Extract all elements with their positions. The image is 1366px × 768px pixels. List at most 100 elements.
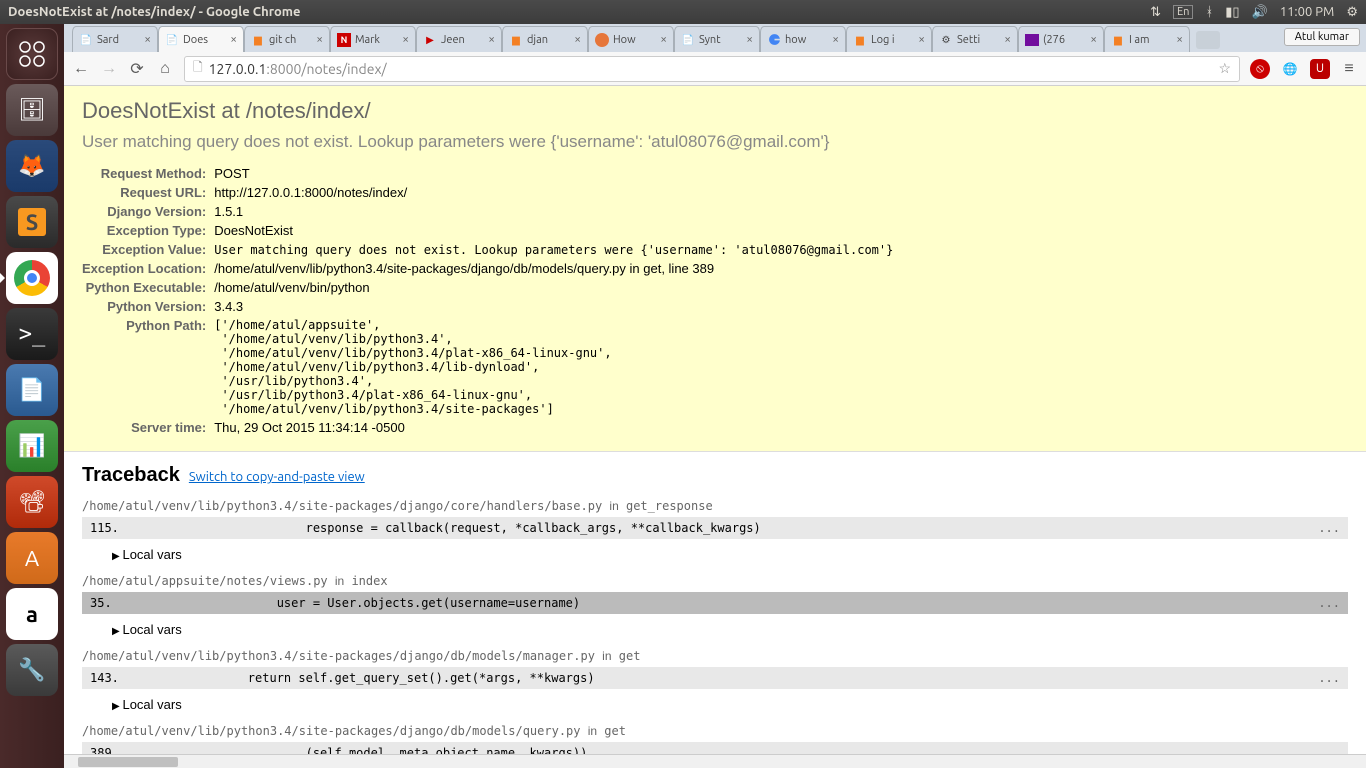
reload-button[interactable]: ⟳ — [128, 60, 146, 78]
traceback-frame: /home/atul/venv/lib/python3.4/site-packa… — [82, 499, 1348, 562]
bluetooth-icon[interactable]: ᚼ — [1205, 5, 1213, 19]
unity-launcher: 🗄 🦊 S >_ 📄 📊 📽 A a 🔧 — [0, 24, 64, 768]
close-icon[interactable]: × — [144, 33, 151, 46]
browser-tab[interactable]: how× — [760, 26, 846, 52]
code-text: (self.model._meta.object_name, kwargs)) — [190, 746, 1318, 754]
close-icon[interactable]: × — [316, 33, 323, 46]
forward-button[interactable]: → — [100, 60, 118, 78]
chrome-user-button[interactable]: Atul kumar — [1284, 28, 1360, 46]
browser-tab[interactable]: (276× — [1018, 26, 1104, 52]
code-text: user = User.objects.get(username=usernam… — [190, 596, 1318, 610]
calc-icon[interactable]: 📊 — [6, 420, 58, 472]
page-content: DoesNotExist at /notes/index/ User match… — [64, 86, 1366, 754]
firefox-icon[interactable]: 🦊 — [6, 140, 58, 192]
close-icon[interactable]: × — [918, 33, 925, 46]
window-title: DoesNotExist at /notes/index/ - Google C… — [8, 5, 1150, 19]
browser-tab[interactable]: ▆Log i× — [846, 26, 932, 52]
sublime-icon[interactable]: S — [6, 196, 58, 248]
system-indicators: ⇅ En ᚼ ▮▯ 🔊 11:00 PM ⚙ — [1150, 5, 1358, 20]
amazon-icon[interactable]: a — [6, 588, 58, 640]
expand-dots[interactable]: ... — [1318, 596, 1340, 610]
volume-icon[interactable]: 🔊 — [1252, 5, 1268, 20]
code-line[interactable]: 115. response = callback(request, *callb… — [82, 517, 1348, 539]
close-icon[interactable]: × — [832, 33, 839, 46]
network-icon[interactable]: ⇅ — [1150, 5, 1161, 20]
clock[interactable]: 11:00 PM — [1280, 5, 1335, 19]
menu-button[interactable]: ≡ — [1340, 60, 1358, 78]
extension-icon[interactable]: 🌐 — [1280, 59, 1300, 79]
browser-tab[interactable]: NMark× — [330, 26, 416, 52]
gear-icon[interactable]: ⚙ — [1346, 5, 1358, 20]
line-number: 115. — [90, 521, 190, 535]
favicon-icon: ▆ — [1111, 33, 1125, 47]
expand-dots[interactable]: ... — [1318, 746, 1340, 754]
close-icon[interactable]: × — [1176, 33, 1183, 46]
favicon-icon — [767, 33, 781, 47]
close-icon[interactable]: × — [402, 33, 409, 46]
battery-icon[interactable]: ▮▯ — [1225, 5, 1239, 20]
local-vars-toggle[interactable]: Local vars — [112, 622, 1348, 637]
browser-tab[interactable]: ⚙Setti× — [932, 26, 1018, 52]
home-button[interactable]: ⌂ — [156, 60, 174, 78]
favicon-icon: ▆ — [251, 33, 265, 47]
traceback-frame: /home/atul/appsuite/notes/views.py in in… — [82, 574, 1348, 637]
code-text: response = callback(request, *callback_a… — [190, 521, 1318, 535]
chrome-launcher-icon[interactable] — [6, 252, 58, 304]
close-icon[interactable]: × — [230, 33, 237, 46]
close-icon[interactable]: × — [1090, 33, 1097, 46]
browser-tab[interactable]: 📄Does× — [158, 26, 244, 52]
bookmark-star-icon[interactable]: ☆ — [1218, 60, 1231, 77]
terminal-icon[interactable]: >_ — [6, 308, 58, 360]
page-icon: 🗋 — [193, 58, 203, 79]
traceback-frame: /home/atul/venv/lib/python3.4/site-packa… — [82, 724, 1348, 754]
dash-icon[interactable] — [6, 28, 58, 80]
close-icon[interactable]: × — [488, 33, 495, 46]
browser-tab[interactable]: 📄Sard× — [72, 26, 158, 52]
browser-tab[interactable]: ▆I am× — [1104, 26, 1190, 52]
expand-dots[interactable]: ... — [1318, 521, 1340, 535]
adblock-icon[interactable]: ⦸ — [1250, 59, 1270, 79]
settings-icon[interactable]: 🔧 — [6, 644, 58, 696]
close-icon[interactable]: × — [660, 33, 667, 46]
new-tab-button[interactable] — [1196, 31, 1220, 49]
traceback-heading: Traceback — [82, 464, 180, 486]
back-button[interactable]: ← — [72, 60, 90, 78]
address-bar[interactable]: 🗋 127.0.0.1:8000/notes/index/ ☆ — [184, 56, 1240, 82]
tab-strip: 📄Sard× 📄Does× ▆git ch× NMark× ▶Jeen× ▆dj… — [64, 24, 1366, 52]
favicon-icon: 📄 — [681, 33, 695, 47]
close-icon[interactable]: × — [1004, 33, 1011, 46]
line-number: 143. — [90, 671, 190, 685]
scrollbar-thumb[interactable] — [78, 757, 178, 767]
frame-location: /home/atul/venv/lib/python3.4/site-packa… — [82, 724, 1348, 738]
error-message: User matching query does not exist. Look… — [82, 132, 1348, 152]
ublock-icon[interactable]: U — [1310, 59, 1330, 79]
browser-tab[interactable]: 📄Synt× — [674, 26, 760, 52]
code-line[interactable]: 143. return self.get_query_set().get(*ar… — [82, 667, 1348, 689]
writer-icon[interactable]: 📄 — [6, 364, 58, 416]
close-icon[interactable]: × — [574, 33, 581, 46]
browser-tab[interactable]: How× — [588, 26, 674, 52]
favicon-icon: 📄 — [165, 33, 179, 47]
local-vars-toggle[interactable]: Local vars — [112, 547, 1348, 562]
code-line[interactable]: 389. (self.model._meta.object_name, kwar… — [82, 742, 1348, 754]
code-line[interactable]: 35. user = User.objects.get(username=use… — [82, 592, 1348, 614]
favicon-icon: ▶ — [423, 33, 437, 47]
browser-tab[interactable]: ▶Jeen× — [416, 26, 502, 52]
favicon-icon: 📄 — [79, 33, 93, 47]
ubuntu-topbar: DoesNotExist at /notes/index/ - Google C… — [0, 0, 1366, 24]
close-icon[interactable]: × — [746, 33, 753, 46]
horizontal-scrollbar[interactable] — [64, 754, 1366, 768]
browser-tab[interactable]: ▆djan× — [502, 26, 588, 52]
traceback-frame: /home/atul/venv/lib/python3.4/site-packa… — [82, 649, 1348, 712]
favicon-icon: ⚙ — [939, 33, 953, 47]
expand-dots[interactable]: ... — [1318, 671, 1340, 685]
error-title: DoesNotExist at /notes/index/ — [82, 98, 1348, 124]
files-icon[interactable]: 🗄 — [6, 84, 58, 136]
browser-tab[interactable]: ▆git ch× — [244, 26, 330, 52]
local-vars-toggle[interactable]: Local vars — [112, 697, 1348, 712]
impress-icon[interactable]: 📽 — [6, 476, 58, 528]
switch-view-link[interactable]: Switch to copy-and-paste view — [189, 470, 365, 484]
frame-location: /home/atul/venv/lib/python3.4/site-packa… — [82, 499, 1348, 513]
keyboard-lang[interactable]: En — [1173, 5, 1193, 19]
software-center-icon[interactable]: A — [6, 532, 58, 584]
